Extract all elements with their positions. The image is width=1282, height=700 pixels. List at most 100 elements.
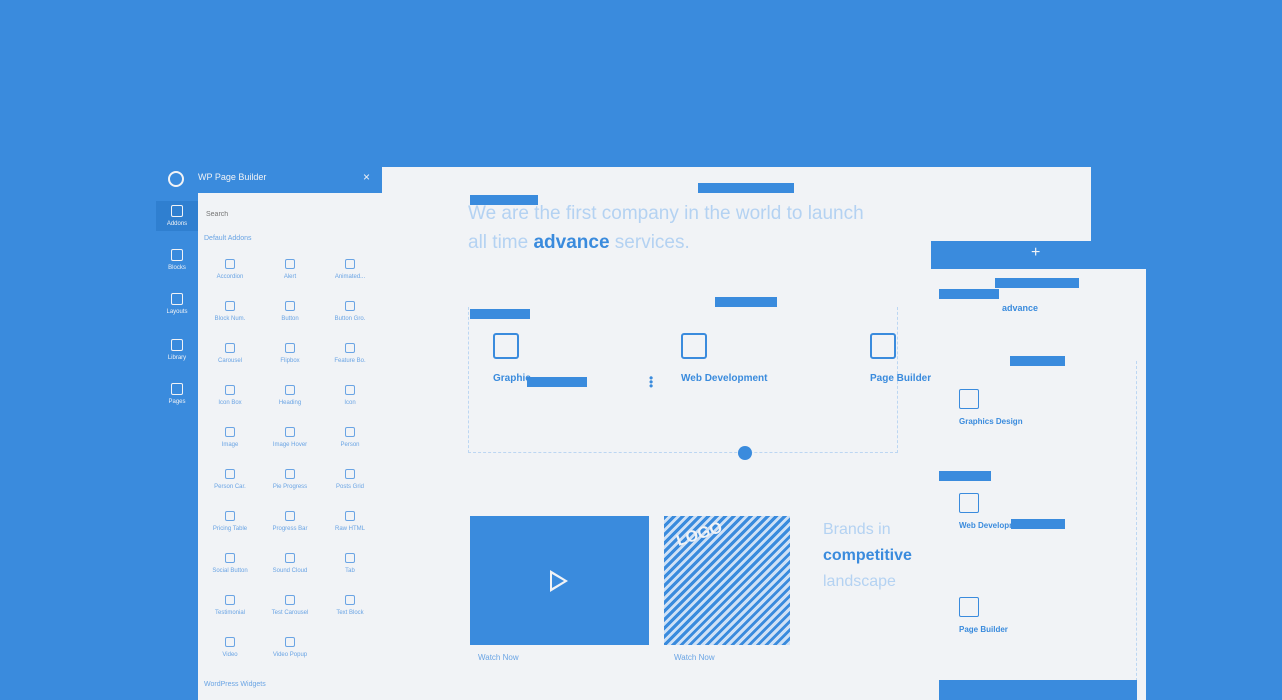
addon-label: Video — [222, 652, 238, 658]
addon-label: Sound Cloud — [272, 568, 308, 574]
addon-item[interactable]: Alert — [260, 259, 320, 280]
addon-item[interactable]: Carousel — [200, 343, 260, 364]
addon-item[interactable]: Feature Bo. — [320, 343, 380, 364]
addon-item[interactable]: Testimonial — [200, 595, 260, 616]
addon-item[interactable]: Social Button — [200, 553, 260, 574]
addon-item[interactable]: Progress Bar — [260, 511, 320, 532]
addon-item[interactable]: Person — [320, 427, 380, 448]
close-icon[interactable]: × — [363, 170, 370, 184]
addon-item[interactable]: Sound Cloud — [260, 553, 320, 574]
rail-item-addons[interactable]: Addons — [156, 201, 198, 231]
mobile-add-bar[interactable]: + — [931, 241, 1146, 269]
mobile-service-page-builder[interactable]: Page Builder — [959, 597, 1008, 634]
addon-item[interactable]: Video — [200, 637, 260, 658]
addon-item[interactable]: Image Hover — [260, 427, 320, 448]
addon-label: Pricing Table — [212, 526, 248, 532]
addon-item[interactable]: Flipbox — [260, 343, 320, 364]
addon-label: Video Popup — [272, 652, 308, 658]
mobile-advance-text: advance — [1002, 303, 1039, 313]
addon-item[interactable]: Raw HTML — [320, 511, 380, 532]
addon-icon — [285, 343, 295, 353]
plus-icon[interactable]: + — [1031, 244, 1040, 262]
graphics-design-icon — [959, 389, 979, 409]
left-rail: Addons Blocks Layouts Library Pages — [156, 167, 198, 700]
service-page-builder[interactable]: Page Builder — [870, 333, 931, 384]
service-graphic[interactable]: Graphic — [493, 333, 531, 384]
addon-icon — [225, 259, 235, 269]
addon-label: Progress Bar — [272, 526, 308, 532]
addon-icon — [225, 553, 235, 563]
addon-label: Alert — [283, 274, 297, 280]
more-options-icon[interactable]: • • • — [649, 372, 653, 392]
addon-label: Test Carousel — [271, 610, 309, 616]
web-development-icon — [681, 333, 707, 359]
addon-item[interactable]: Video Popup — [260, 637, 320, 658]
addon-label: Button — [281, 316, 299, 322]
addon-icon — [225, 637, 235, 647]
addon-label: Raw HTML — [334, 526, 365, 532]
addon-item[interactable]: Accordion — [200, 259, 260, 280]
addon-item[interactable]: Block Num. — [200, 301, 260, 322]
web-development-icon — [959, 493, 979, 513]
mobile-heading-toolbar[interactable] — [939, 289, 999, 299]
addon-icon — [345, 469, 355, 479]
column-toolbar[interactable] — [715, 297, 777, 307]
addon-label: Accordion — [216, 274, 244, 280]
blocks-icon — [171, 249, 183, 261]
addon-item[interactable]: Pricing Table — [200, 511, 260, 532]
row-resize-handle[interactable] — [738, 446, 752, 460]
rail-item-blocks[interactable]: Blocks — [156, 249, 198, 271]
mobile-column-toolbar[interactable] — [1010, 356, 1065, 366]
addon-icon — [345, 259, 355, 269]
addon-icon — [285, 385, 295, 395]
layouts-icon — [171, 293, 183, 305]
addon-label: Icon — [344, 400, 356, 406]
graphics-design-icon — [493, 333, 519, 359]
addon-item[interactable]: Text Block — [320, 595, 380, 616]
addon-icon — [285, 595, 295, 605]
mobile-service-graphics[interactable]: Graphics Design — [959, 389, 1023, 426]
addon-label: Text Block — [336, 610, 364, 616]
addon-item[interactable]: Posts Grid — [320, 469, 380, 490]
mobile-addon-toolbar[interactable] — [1011, 519, 1065, 529]
addon-icon — [345, 511, 355, 521]
addon-item[interactable]: Animated... — [320, 259, 380, 280]
brands-heading: Brands in competitive landscape — [823, 521, 912, 590]
addon-icon — [225, 385, 235, 395]
rail-item-layouts[interactable]: Layouts — [156, 293, 198, 315]
addon-icon — [225, 469, 235, 479]
service-web-development[interactable]: Web Development — [681, 333, 768, 384]
addon-label: Button Gro. — [334, 316, 366, 322]
mobile-section-toolbar[interactable] — [939, 471, 991, 481]
addon-icon — [285, 301, 295, 311]
rail-item-pages[interactable]: Pages — [156, 383, 198, 405]
addon-item[interactable]: Person Car. — [200, 469, 260, 490]
rail-item-library[interactable]: Library — [156, 339, 198, 361]
addon-item[interactable]: Heading — [260, 385, 320, 406]
search-input[interactable] — [204, 205, 378, 223]
addon-item[interactable]: Pie Progress — [260, 469, 320, 490]
row-toolbar[interactable] — [698, 183, 794, 193]
addon-item[interactable]: Icon Box — [200, 385, 260, 406]
addon-icon — [225, 343, 235, 353]
addon-icon — [345, 301, 355, 311]
addon-item[interactable]: Test Carousel — [260, 595, 320, 616]
mobile-bottom-bar[interactable] — [939, 680, 1137, 700]
mobile-row-toolbar[interactable] — [995, 278, 1079, 288]
addon-icon — [285, 553, 295, 563]
addon-item[interactable]: Button Gro. — [320, 301, 380, 322]
addon-item[interactable]: Button — [260, 301, 320, 322]
addon-item[interactable]: Icon — [320, 385, 380, 406]
addon-label: Social Button — [212, 568, 248, 574]
addon-item[interactable]: Tab — [320, 553, 380, 574]
library-icon — [171, 339, 183, 351]
addon-item[interactable]: Image — [200, 427, 260, 448]
video-thumbnail[interactable] — [470, 516, 649, 645]
builder-logo-icon[interactable] — [168, 171, 184, 187]
addon-label: Testimonial — [214, 610, 245, 616]
watch-now-link[interactable]: Watch Now — [478, 653, 519, 662]
addon-label: Animated... — [334, 274, 366, 280]
default-addons-label: Default Addons — [204, 235, 252, 242]
watch-now-link[interactable]: Watch Now — [674, 653, 715, 662]
addon-toolbar[interactable] — [527, 377, 587, 387]
